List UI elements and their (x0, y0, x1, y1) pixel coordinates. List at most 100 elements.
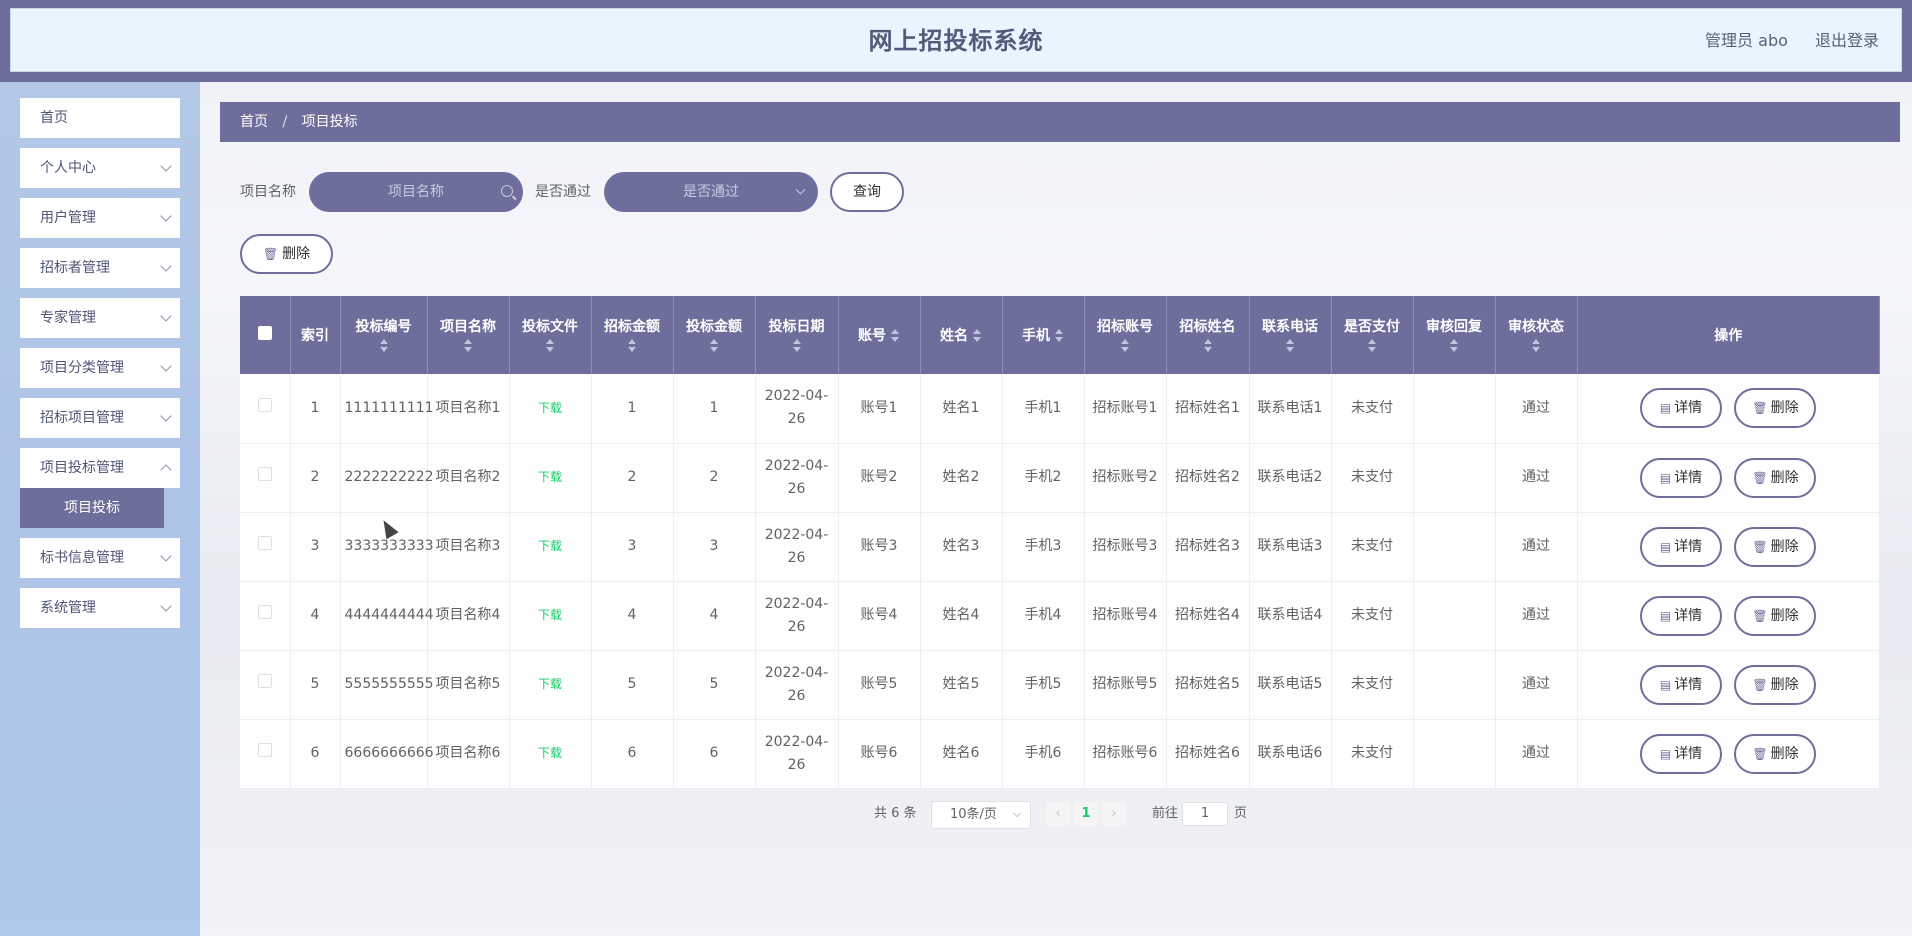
cell-review-status: 通过 (1495, 374, 1578, 444)
detail-button[interactable]: ▤ 详情 (1640, 388, 1723, 429)
sort-icon[interactable] (1171, 338, 1245, 354)
sort-icon[interactable] (514, 338, 587, 354)
cell-bid-file: 下载 (509, 512, 592, 582)
row-checkbox[interactable] (257, 467, 272, 481)
row-checkbox[interactable] (257, 743, 272, 757)
column-header[interactable]: 审核状态 (1495, 296, 1578, 374)
cell-project-name: 项目名称6 (427, 719, 510, 789)
sidebar-item-project-bids[interactable]: 项目投标管理 (20, 448, 180, 488)
row-delete-button[interactable]: 🗑 删除 (1734, 457, 1817, 498)
row-delete-button[interactable]: 🗑 删除 (1734, 733, 1817, 774)
column-header[interactable]: 投标日期 (755, 296, 839, 374)
document-icon: ▤ (1659, 746, 1672, 761)
row-checkbox[interactable] (257, 536, 272, 550)
row-checkbox[interactable] (257, 674, 272, 688)
pass-status-select[interactable]: 是否通过 (604, 172, 818, 212)
row-checkbox[interactable] (257, 397, 272, 412)
cell-tender-account: 招标账号4 (1084, 581, 1167, 651)
sidebar-item-categories[interactable]: 项目分类管理 (20, 348, 180, 388)
column-header[interactable]: 账号 (838, 296, 921, 374)
bulk-delete-label: 删除 (282, 246, 311, 262)
download-link[interactable]: 下载 (538, 539, 562, 553)
bulk-delete-button[interactable]: 🗑 删除 (240, 234, 333, 274)
cell-tender-amount: 3 (591, 512, 674, 582)
top-header: 网上招投标系统 管理员 abo 退出登录 (0, 0, 1912, 82)
sort-icon[interactable] (1336, 338, 1409, 354)
sidebar-item-profile[interactable]: 个人中心 (20, 148, 180, 188)
sort-icon[interactable] (1500, 338, 1573, 354)
detail-button[interactable]: ▤ 详情 (1640, 457, 1723, 498)
sidebar-item-home[interactable]: 首页 (20, 98, 180, 138)
sort-icon[interactable] (1418, 338, 1491, 354)
detail-label: 详情 (1674, 745, 1703, 762)
download-link[interactable]: 下载 (538, 470, 562, 484)
sort-icon[interactable] (760, 338, 834, 354)
next-page-button[interactable]: › (1102, 802, 1126, 826)
cell-bid-amount: 5 (673, 650, 756, 720)
prev-page-button[interactable]: ‹ (1046, 802, 1070, 826)
sort-icon[interactable] (1254, 338, 1327, 354)
column-header[interactable]: 招标金额 (591, 296, 674, 374)
sidebar-item-experts[interactable]: 专家管理 (20, 298, 180, 338)
sort-icon[interactable] (890, 328, 900, 344)
sidebar-item-bid-documents[interactable]: 标书信息管理 (20, 538, 180, 578)
sort-icon[interactable] (345, 338, 423, 354)
row-delete-button[interactable]: 🗑 删除 (1734, 664, 1817, 705)
sidebar-item-tender-projects[interactable]: 招标项目管理 (20, 398, 180, 438)
row-delete-label: 删除 (1770, 538, 1799, 555)
sidebar-item-label: 首页 (40, 110, 68, 126)
column-header[interactable]: 招标姓名 (1166, 296, 1250, 374)
logout-button[interactable]: 退出登录 (1815, 31, 1879, 50)
row-select-cell (240, 374, 291, 444)
download-link[interactable]: 下载 (538, 677, 562, 691)
query-button[interactable]: 查询 (830, 172, 904, 212)
select-all-checkbox[interactable] (257, 326, 272, 340)
sidebar-item-users[interactable]: 用户管理 (20, 198, 180, 238)
download-link[interactable]: 下载 (538, 401, 562, 415)
column-header[interactable]: 是否支付 (1331, 296, 1414, 374)
goto-label: 前往 (1152, 806, 1179, 821)
sort-icon[interactable] (1089, 338, 1162, 354)
download-link[interactable]: 下载 (538, 746, 562, 760)
sidebar-item-tenderers[interactable]: 招标者管理 (20, 248, 180, 288)
row-delete-button[interactable]: 🗑 删除 (1734, 388, 1817, 429)
column-header[interactable]: 投标金额 (673, 296, 756, 374)
row-delete-button[interactable]: 🗑 删除 (1734, 595, 1817, 636)
column-header[interactable]: 手机 (1002, 296, 1085, 374)
sort-icon[interactable] (432, 338, 505, 354)
sort-icon[interactable] (596, 338, 669, 354)
sidebar-subitem-project-bid[interactable]: 项目投标 (20, 488, 164, 528)
cell-contact-phone: 联系电话5 (1249, 650, 1332, 720)
sidebar-item-system[interactable]: 系统管理 (20, 588, 180, 628)
project-name-placeholder: 项目名称 (388, 184, 444, 200)
goto-page-input[interactable]: 1 (1182, 802, 1228, 826)
detail-button[interactable]: ▤ 详情 (1640, 664, 1723, 705)
sort-icon[interactable] (678, 338, 751, 354)
column-header[interactable]: 联系电话 (1249, 296, 1332, 374)
trash-icon: 🗑 (1752, 677, 1768, 692)
breadcrumb: 首页 / 项目投标 (220, 102, 1900, 142)
cell-review-status: 通过 (1495, 512, 1578, 582)
download-link[interactable]: 下载 (538, 608, 562, 622)
cell-contact-phone: 联系电话2 (1249, 443, 1332, 513)
column-header[interactable]: 投标文件 (509, 296, 592, 374)
detail-button[interactable]: ▤ 详情 (1640, 733, 1723, 774)
cell-bid-amount: 3 (673, 512, 756, 582)
row-checkbox[interactable] (257, 605, 272, 619)
column-header[interactable]: 项目名称 (427, 296, 510, 374)
detail-button[interactable]: ▤ 详情 (1640, 595, 1723, 636)
page-number[interactable]: 1 (1074, 802, 1098, 826)
column-header[interactable]: 招标账号 (1084, 296, 1167, 374)
column-header[interactable]: 审核回复 (1413, 296, 1496, 374)
sort-icon[interactable] (1054, 328, 1064, 344)
breadcrumb-home[interactable]: 首页 (240, 114, 268, 130)
page-size-select[interactable]: 10条/页 (931, 801, 1031, 829)
column-header[interactable]: 投标编号 (340, 296, 428, 374)
project-name-input[interactable]: 项目名称 (309, 172, 523, 212)
detail-button[interactable]: ▤ 详情 (1640, 526, 1723, 567)
detail-label: 详情 (1674, 469, 1703, 486)
sort-icon[interactable] (972, 328, 982, 344)
row-delete-button[interactable]: 🗑 删除 (1734, 526, 1817, 567)
cell-paid: 未支付 (1331, 650, 1414, 720)
column-header[interactable]: 姓名 (920, 296, 1003, 374)
